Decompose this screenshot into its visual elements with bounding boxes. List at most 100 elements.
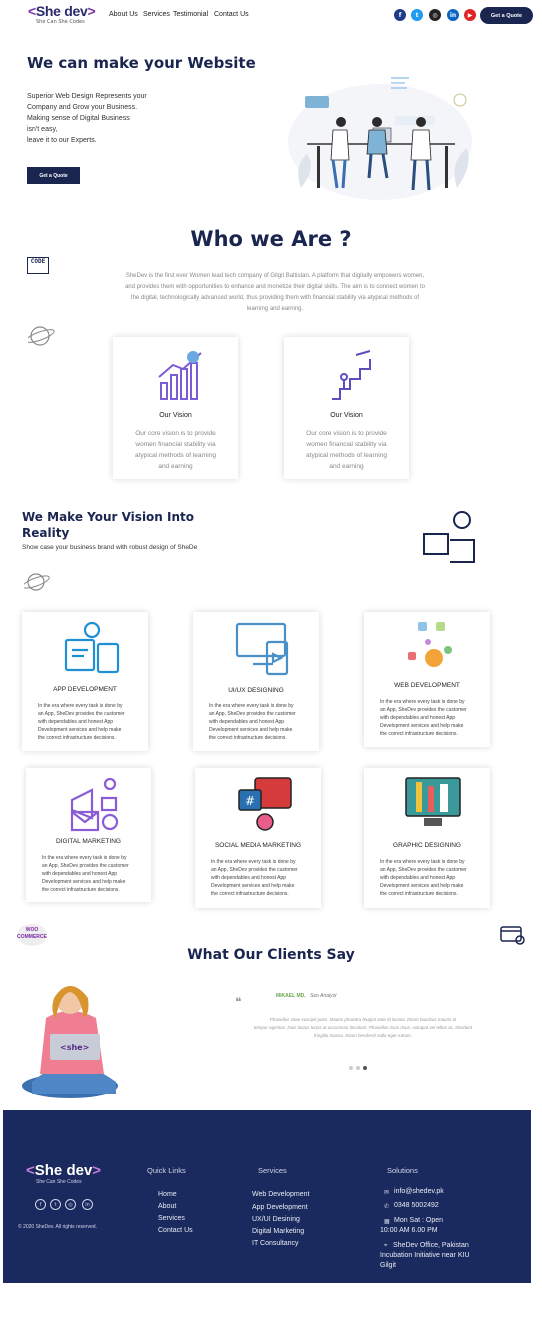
facebook-icon[interactable]: f — [394, 9, 406, 21]
phone-icon: ✆ — [384, 1204, 390, 1210]
service-text: In the era where every task is done by — [209, 703, 294, 709]
vision-card-title: Our Vision — [330, 412, 363, 419]
service-text: with dependables and honest App — [209, 719, 285, 725]
service-card-digital-marketing[interactable]: DIGITAL MARKETING In the era where every… — [26, 768, 151, 902]
footer-hours: Mon Sat : Open — [394, 1217, 444, 1224]
vision-card-text: and earning — [158, 463, 193, 470]
location-icon: ⌖ — [384, 1243, 388, 1249]
service-card-web-development[interactable]: WEB DEVELOPMENT In the era where every t… — [364, 612, 490, 747]
footer-facebook-icon[interactable]: f — [35, 1199, 46, 1210]
footer-service-link[interactable]: Digital Marketing — [252, 1228, 304, 1235]
hero-text-line: Superior Web Design Represents your — [27, 93, 147, 100]
linkedin-icon[interactable]: in — [447, 9, 459, 21]
footer-address: Incubation Initiative near KIU — [380, 1252, 470, 1259]
vision-card-text: Our core vision is to provide — [135, 430, 216, 437]
service-card-app-development[interactable]: APP DEVELOPMENT In the era where every t… — [22, 612, 148, 751]
quote-glyph: ❝ — [235, 995, 241, 1008]
app-development-icon — [64, 621, 120, 674]
footer-service-link[interactable]: App Development — [252, 1204, 308, 1211]
footer-logo-text: She dev — [34, 1162, 93, 1179]
service-text: with dependables and honest App — [380, 715, 456, 721]
services-subtitle: Show case your business brand with robus… — [22, 544, 198, 551]
vision-card-text: women financial stability via — [135, 441, 216, 448]
carousel-dot-active[interactable] — [363, 1066, 367, 1070]
hero-text-line: isn't easy, — [27, 126, 58, 133]
globe-doodle-icon — [24, 573, 50, 591]
footer-link-about[interactable]: About — [158, 1203, 176, 1210]
service-text: an App, SheDev provides the customer — [42, 863, 129, 869]
footer-service-link[interactable]: Web Development — [252, 1191, 309, 1198]
footer-phone[interactable]: 0348 5002492 — [394, 1202, 439, 1209]
client-photo: <she> — [22, 986, 118, 1098]
social-media-icon: # — [238, 777, 292, 831]
service-text: In the era where every task is done by — [380, 699, 465, 705]
footer-link-contact[interactable]: Contact Us — [158, 1227, 193, 1234]
globe-doodle-icon — [28, 326, 55, 346]
code-icon: CODE — [27, 257, 49, 274]
service-text: the correct infrastructure decisions. — [211, 891, 289, 897]
footer-link-services[interactable]: Services — [158, 1215, 185, 1222]
carousel-dot[interactable] — [356, 1066, 360, 1070]
woocommerce-text: WOO COMMERCE — [17, 927, 47, 940]
service-title: GRAPHIC DESIGNING — [393, 842, 461, 849]
footer-logo-tagline: She Can She Codes — [36, 1179, 82, 1185]
footer-logo[interactable]: <She dev> She Can She Codes — [26, 1162, 101, 1185]
service-title: APP DEVELOPMENT — [53, 686, 117, 693]
hero-get-quote-button[interactable]: Get a Quote — [27, 167, 80, 184]
developer-at-desk-icon — [423, 511, 475, 563]
service-text: with dependables and honest App — [211, 875, 287, 881]
service-text: Development services and help make — [380, 723, 464, 729]
footer-instagram-icon[interactable]: ◎ — [65, 1199, 76, 1210]
hero-text-line: leave it to our Experts. — [27, 137, 97, 144]
hashtag-glyph: # — [245, 794, 255, 808]
footer-link-home[interactable]: Home — [158, 1191, 177, 1198]
twitter-icon[interactable]: t — [411, 9, 423, 21]
carousel-dot[interactable] — [349, 1066, 353, 1070]
logo[interactable]: <She dev> She Can She Codes — [28, 4, 102, 28]
vision-card-title: Our Vision — [159, 412, 192, 419]
footer-linkedin-icon[interactable]: in — [82, 1199, 93, 1210]
code-badge-text: CODE — [30, 258, 46, 265]
service-text: the correct infrastructure decisions. — [380, 891, 458, 897]
services-footer-title: Services — [258, 1166, 287, 1175]
ui-ux-design-icon — [235, 622, 289, 676]
get-quote-button[interactable]: Get a Quote — [480, 7, 533, 24]
logo-tagline: She Can She Codes — [36, 19, 85, 25]
footer-address: Gilgit — [380, 1262, 396, 1269]
web-development-icon — [408, 622, 452, 667]
nav-contact[interactable]: Contact Us — [214, 11, 249, 18]
service-text: In the era where every task is done by — [211, 859, 296, 865]
quick-links-title: Quick Links — [147, 1166, 186, 1175]
vision-card-text: Our core vision is to provide — [306, 430, 387, 437]
service-card-uiux[interactable]: UI/UX DESIGNING In the era where every t… — [193, 612, 319, 751]
ladder-goal-icon — [332, 350, 371, 400]
footer-email[interactable]: info@shedev.pk — [394, 1188, 444, 1195]
service-text: the correct infrastructure decisions. — [38, 735, 116, 741]
vision-card: Our Vision Our core vision is to provide… — [284, 337, 409, 479]
logo-text: She dev — [35, 3, 88, 19]
vision-card-text: atypical methods of learning — [135, 452, 216, 459]
who-text-line: SheDev is the first ever Women lead tech… — [125, 273, 425, 279]
service-title: UI/UX DESIGNING — [228, 687, 284, 694]
service-card-social-media-marketing[interactable]: # SOCIAL MEDIA MARKETING In the era wher… — [195, 768, 321, 908]
service-text: with dependables and honest App — [380, 875, 456, 881]
youtube-icon[interactable]: ▶ — [464, 9, 476, 21]
service-card-graphic-designing[interactable]: GRAPHIC DESIGNING In the era where every… — [364, 768, 490, 908]
service-text: Development services and help make — [209, 727, 293, 733]
who-text-line: learning and earning. — [246, 306, 304, 312]
footer-twitter-icon[interactable]: t — [50, 1199, 61, 1210]
footer-service-link[interactable]: IT Consultancy — [252, 1240, 299, 1247]
who-text-line: the digital, technologically advanced wo… — [130, 295, 420, 301]
hero-text-line: Making sense of Digital Business — [27, 115, 130, 122]
instagram-icon[interactable]: ◎ — [429, 9, 441, 21]
service-text: an App, SheDev provides the customer — [38, 711, 125, 717]
graphic-design-icon — [405, 777, 461, 826]
growth-chart-icon — [158, 351, 202, 400]
service-text: Development services and help make — [211, 883, 295, 889]
service-text: the correct infrastructure decisions. — [209, 735, 287, 741]
footer-service-link[interactable]: UX/UI Desining — [252, 1216, 300, 1223]
nav-testimonial[interactable]: Testimonial — [173, 11, 208, 18]
nav-services[interactable]: Services — [143, 11, 170, 18]
nav-about[interactable]: About Us — [109, 11, 138, 18]
testimonial-line: fringilla massa. Etiam hendrerit nulla e… — [313, 1033, 413, 1038]
